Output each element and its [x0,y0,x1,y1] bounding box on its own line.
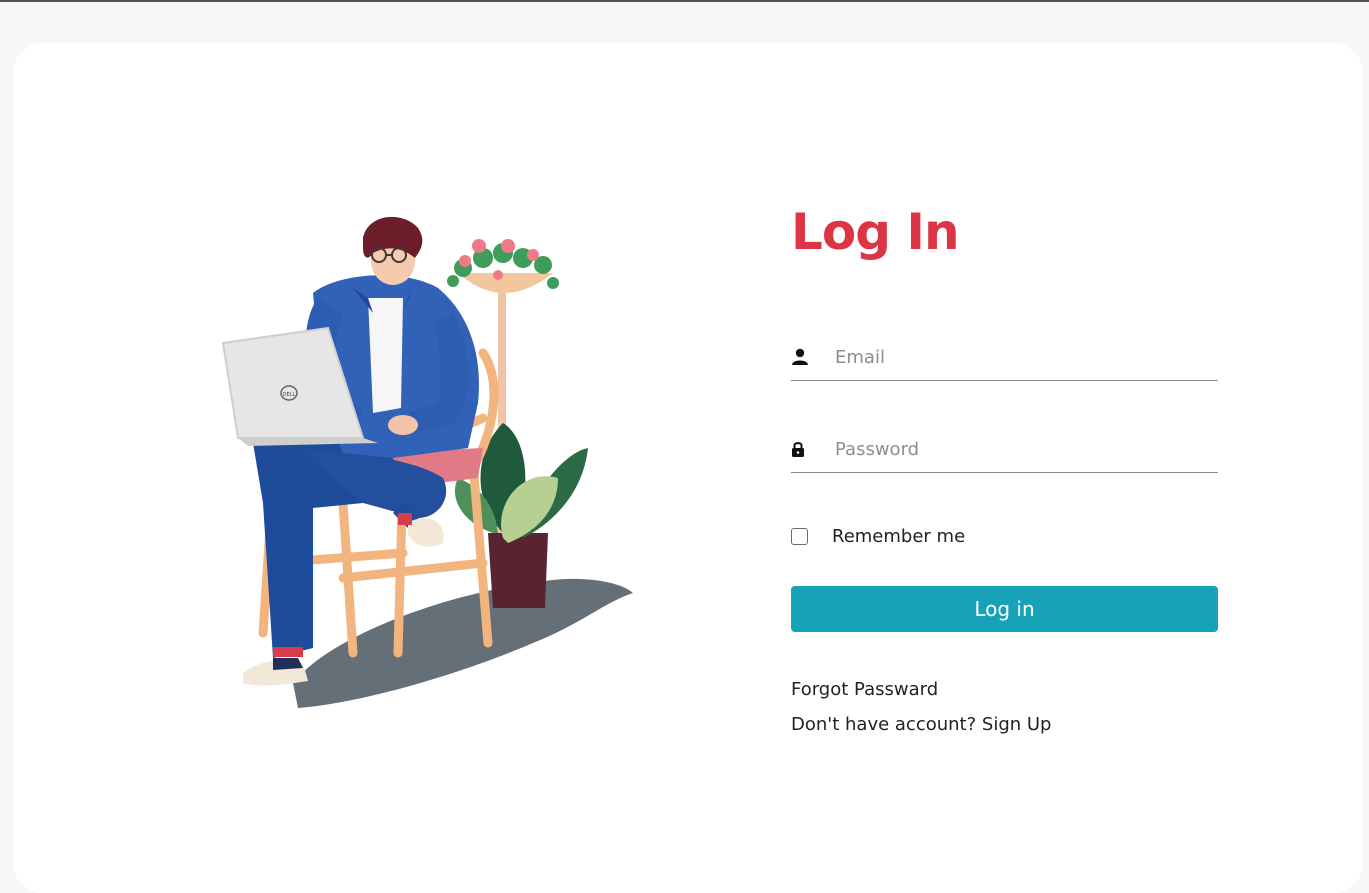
lock-icon [791,438,811,460]
no-account-text: Don't have account? [791,714,982,735]
email-input[interactable] [835,346,1205,368]
forgot-password-link[interactable]: Forgot Passward [791,672,1218,707]
signup-link[interactable]: Sign Up [982,714,1052,735]
email-field-row [791,334,1218,381]
person-with-laptop-illustration: DELL [221,216,633,708]
password-field-row [791,426,1218,473]
remember-me-label[interactable]: Remember me [832,526,965,547]
login-button[interactable]: Log in [791,586,1218,632]
password-input[interactable] [835,438,1205,460]
remember-me-checkbox[interactable] [791,527,808,545]
remember-me-row: Remember me [791,525,1218,547]
login-form: Log In Remember me [791,193,1218,742]
login-card: DELL Log In Email Remember me Log in For… [13,43,1363,893]
laptop-logo-text: DELL [283,392,296,398]
user-icon [791,346,811,368]
auth-links: Forgot Passward Don't have account? Sign… [791,672,1218,742]
page-title: Log In [791,203,960,261]
signup-row: Don't have account? Sign Up [791,707,1218,742]
top-border [0,0,1369,2]
